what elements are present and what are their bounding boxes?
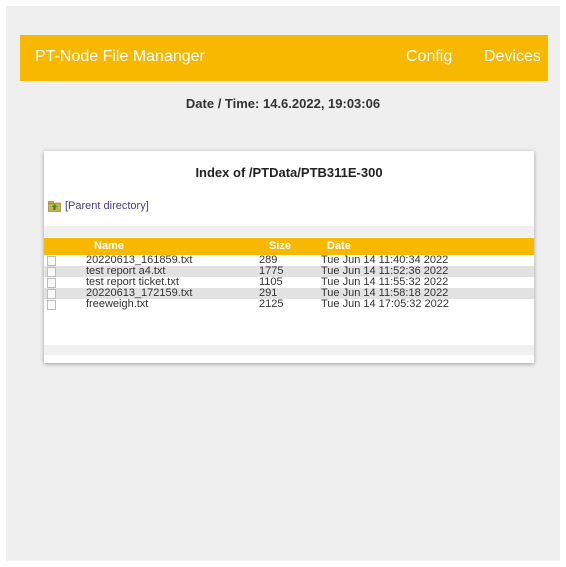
file-icon <box>47 300 56 310</box>
page-background: PT-Node File Mananger Config Devices Dat… <box>6 6 560 561</box>
app-title: PT-Node File Mananger <box>35 48 205 65</box>
file-table-body: 20220613_161859.txt 289 Tue Jun 14 11:40… <box>44 255 534 310</box>
index-title: Index of /PTData/PTB311E-300 <box>195 165 383 180</box>
spacer-row <box>44 226 534 237</box>
file-size: 2125 <box>259 298 284 310</box>
datetime-display: Date / Time: 14.6.2022, 19:03:06 <box>185 96 381 111</box>
nav-config-link[interactable]: Config <box>406 48 452 66</box>
file-name[interactable]: freeweigh.txt <box>86 299 148 310</box>
file-icon <box>47 278 56 288</box>
file-date: Tue Jun 14 17:05:32 2022 <box>321 298 450 310</box>
column-header-date[interactable]: Date <box>327 240 351 252</box>
table-header: Name Size Date <box>44 238 534 255</box>
file-icon <box>47 256 56 266</box>
nav-devices-link[interactable]: Devices <box>484 48 541 66</box>
top-nav-bar: PT-Node File Mananger Config Devices <box>20 35 548 81</box>
folder-up-icon <box>48 200 61 212</box>
table-row[interactable]: freeweigh.txt 2125 Tue Jun 14 17:05:32 2… <box>44 299 534 310</box>
file-icon <box>47 289 56 299</box>
column-header-name[interactable]: Name <box>94 240 124 252</box>
file-icon <box>47 267 56 277</box>
file-index-panel: Index of /PTData/PTB311E-300 [Parent dir… <box>44 151 534 363</box>
column-header-size[interactable]: Size <box>269 240 291 252</box>
parent-directory-label: [Parent directory] <box>65 200 149 212</box>
parent-directory-link[interactable]: [Parent directory] <box>48 200 149 212</box>
table-footer <box>44 345 534 355</box>
